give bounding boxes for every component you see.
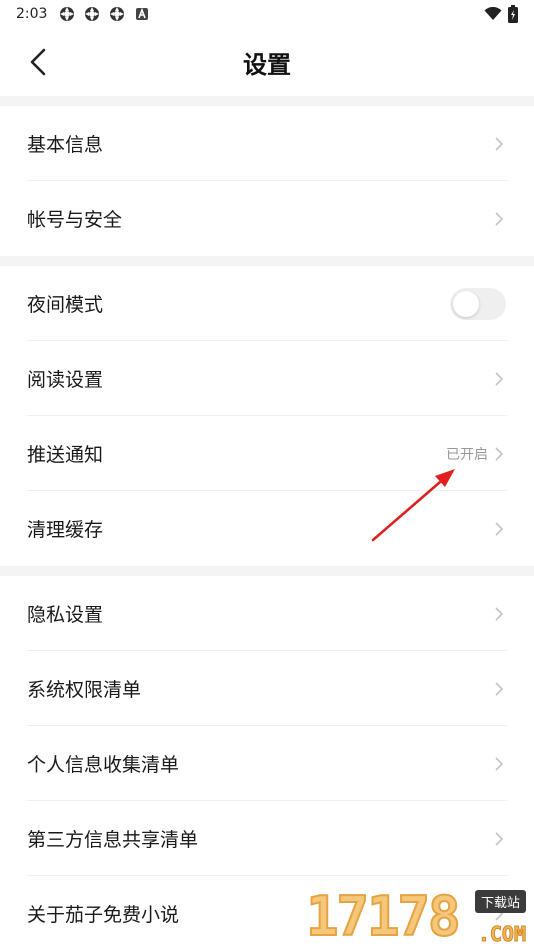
chevron-right-icon	[494, 681, 506, 697]
settings-item-label: 个人信息收集清单	[27, 754, 180, 776]
chevron-right-icon	[494, 831, 506, 847]
section-divider	[0, 256, 534, 266]
night-mode-toggle[interactable]	[450, 287, 506, 320]
settings-group-privacy: 隐私设置 系统权限清单 个人信息收集清单 第三方信息共享清单 关于茄子免费小说	[0, 576, 534, 950]
settings-item-label: 夜间模式	[27, 294, 104, 316]
settings-item-night-mode: 夜间模式	[0, 266, 534, 341]
settings-item-label: 系统权限清单	[27, 679, 142, 701]
settings-group-general: 夜间模式 阅读设置 推送通知 已开启 清理缓存	[0, 266, 534, 566]
settings-item-label: 隐私设置	[27, 604, 104, 626]
status-bar: 2:03	[0, 0, 534, 28]
settings-item-clear-cache[interactable]: 清理缓存	[0, 491, 534, 566]
nav-bar: 设置	[0, 28, 534, 96]
settings-item-privacy[interactable]: 隐私设置	[0, 576, 534, 651]
app-notification-icon	[60, 7, 75, 21]
settings-item-reading[interactable]: 阅读设置	[0, 341, 534, 416]
chevron-right-icon	[494, 521, 506, 537]
chevron-right-icon	[494, 756, 506, 772]
section-divider	[0, 96, 534, 106]
settings-item-label: 帐号与安全	[27, 209, 123, 231]
settings-item-system-permissions[interactable]: 系统权限清单	[0, 651, 534, 726]
settings-item-about[interactable]: 关于茄子免费小说	[0, 876, 534, 950]
chevron-right-icon	[494, 906, 506, 922]
chevron-right-icon	[494, 211, 506, 227]
a-notification-icon	[136, 7, 149, 20]
settings-item-basic-info[interactable]: 基本信息	[0, 106, 534, 181]
chevron-left-icon	[30, 48, 46, 76]
settings-item-label: 第三方信息共享清单	[27, 829, 199, 851]
settings-item-label: 清理缓存	[27, 519, 104, 541]
settings-item-third-party-sharing[interactable]: 第三方信息共享清单	[0, 801, 534, 876]
settings-item-label: 基本信息	[27, 134, 104, 156]
settings-item-label: 阅读设置	[27, 369, 104, 391]
settings-group-account: 基本信息 帐号与安全	[0, 106, 534, 256]
app-notification-icon	[110, 7, 125, 21]
settings-item-push-notification[interactable]: 推送通知 已开启	[0, 416, 534, 491]
section-divider	[0, 566, 534, 576]
app-notification-icon	[85, 7, 100, 21]
toggle-knob	[453, 290, 479, 317]
status-right-icons	[484, 5, 518, 23]
status-time: 2:03	[16, 6, 48, 22]
chevron-right-icon	[494, 136, 506, 152]
wifi-icon	[484, 7, 502, 20]
settings-item-account-security[interactable]: 帐号与安全	[0, 181, 534, 256]
page-title: 设置	[243, 50, 291, 79]
settings-item-label: 关于茄子免费小说	[27, 904, 180, 926]
chevron-right-icon	[494, 371, 506, 387]
settings-item-personal-info-collection[interactable]: 个人信息收集清单	[0, 726, 534, 801]
battery-icon	[508, 5, 518, 23]
back-button[interactable]	[22, 46, 54, 78]
chevron-right-icon	[494, 606, 506, 622]
chevron-right-icon	[494, 446, 506, 462]
push-status-value: 已开启	[446, 446, 488, 463]
settings-item-label: 推送通知	[27, 444, 104, 466]
